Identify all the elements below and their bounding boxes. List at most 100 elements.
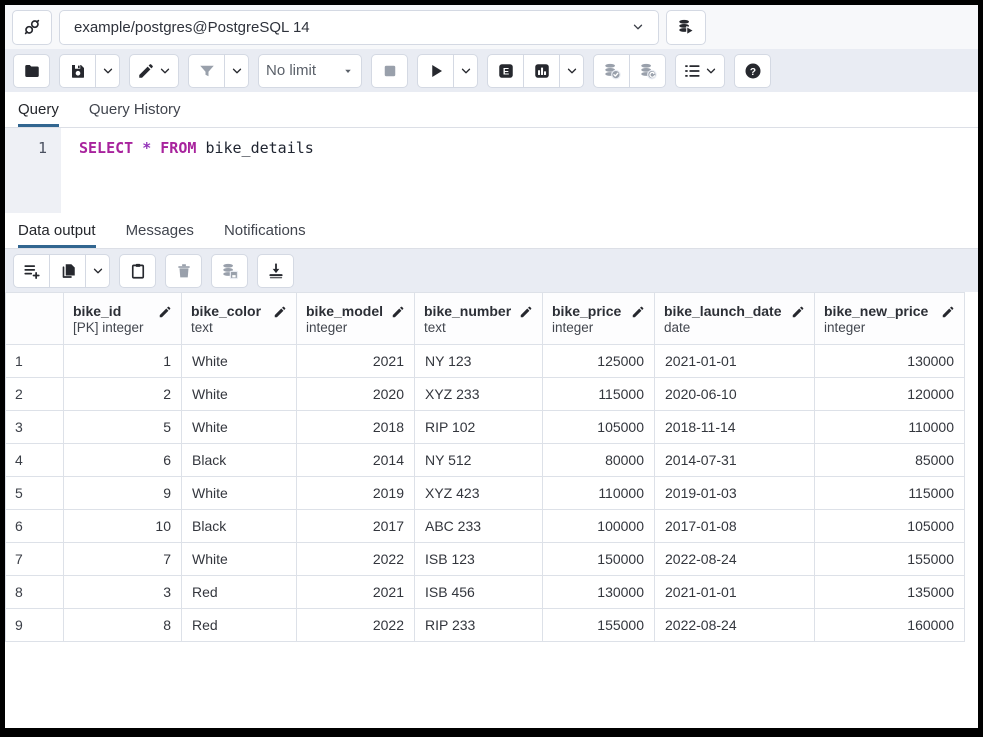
grid-cell[interactable]: ISB 456 bbox=[415, 576, 543, 609]
grid-cell[interactable]: White bbox=[182, 543, 297, 576]
grid-cell[interactable]: 85000 bbox=[815, 444, 965, 477]
grid-cell[interactable]: 2022 bbox=[297, 609, 415, 642]
grid-cell[interactable]: 115000 bbox=[543, 378, 655, 411]
commit-button[interactable] bbox=[593, 54, 630, 88]
save-file-button[interactable] bbox=[59, 54, 96, 88]
row-number[interactable]: 3 bbox=[6, 411, 64, 444]
row-number[interactable]: 1 bbox=[6, 345, 64, 378]
grid-cell[interactable]: 105000 bbox=[543, 411, 655, 444]
grid-cell[interactable]: 2022-08-24 bbox=[655, 609, 815, 642]
edit-button[interactable] bbox=[129, 54, 179, 88]
grid-cell[interactable]: 155000 bbox=[815, 543, 965, 576]
row-number[interactable]: 4 bbox=[6, 444, 64, 477]
grid-cell[interactable]: 135000 bbox=[815, 576, 965, 609]
add-row-button[interactable] bbox=[13, 254, 50, 288]
grid-cell[interactable]: 10 bbox=[64, 510, 182, 543]
grid-cell[interactable]: 1 bbox=[64, 345, 182, 378]
execute-query-button[interactable] bbox=[417, 54, 454, 88]
tab-messages[interactable]: Messages bbox=[126, 213, 194, 248]
grid-cell[interactable]: 2017-01-08 bbox=[655, 510, 815, 543]
row-number[interactable]: 2 bbox=[6, 378, 64, 411]
column-header-bike_color[interactable]: bike_colortext bbox=[182, 293, 297, 345]
connection-selector[interactable]: example/postgres@PostgreSQL 14 bbox=[59, 10, 659, 45]
column-header-bike_number[interactable]: bike_numbertext bbox=[415, 293, 543, 345]
grid-cell[interactable]: 80000 bbox=[543, 444, 655, 477]
grid-cell[interactable]: 130000 bbox=[543, 576, 655, 609]
column-header-bike_model[interactable]: bike_modelinteger bbox=[297, 293, 415, 345]
connection-status-button[interactable] bbox=[12, 10, 52, 45]
tab-data-output[interactable]: Data output bbox=[18, 213, 96, 248]
grid-cell[interactable]: Red bbox=[182, 609, 297, 642]
row-number[interactable]: 8 bbox=[6, 576, 64, 609]
delete-rows-button[interactable] bbox=[165, 254, 202, 288]
save-options-button[interactable] bbox=[95, 54, 120, 88]
grid-cell[interactable]: Black bbox=[182, 444, 297, 477]
filter-options-button[interactable] bbox=[224, 54, 249, 88]
grid-cell[interactable]: 115000 bbox=[815, 477, 965, 510]
grid-cell[interactable]: 2014-07-31 bbox=[655, 444, 815, 477]
pencil-icon[interactable] bbox=[158, 305, 172, 319]
grid-cell[interactable]: 2019-01-03 bbox=[655, 477, 815, 510]
grid-cell[interactable]: 2020-06-10 bbox=[655, 378, 815, 411]
macros-button[interactable] bbox=[675, 54, 725, 88]
pencil-icon[interactable] bbox=[941, 305, 955, 319]
grid-cell[interactable]: 5 bbox=[64, 411, 182, 444]
help-button[interactable]: ? bbox=[734, 54, 771, 88]
grid-cell[interactable]: 2021-01-01 bbox=[655, 576, 815, 609]
explain-button[interactable]: E bbox=[487, 54, 524, 88]
grid-cell[interactable]: White bbox=[182, 345, 297, 378]
grid-cell[interactable]: 125000 bbox=[543, 345, 655, 378]
pencil-icon[interactable] bbox=[391, 305, 405, 319]
copy-rows-button[interactable] bbox=[49, 254, 86, 288]
grid-cell[interactable]: 160000 bbox=[815, 609, 965, 642]
new-connection-button[interactable] bbox=[666, 10, 706, 45]
copy-options-button[interactable] bbox=[85, 254, 110, 288]
grid-cell[interactable]: 9 bbox=[64, 477, 182, 510]
pencil-icon[interactable] bbox=[519, 305, 533, 319]
grid-cell[interactable]: 2019 bbox=[297, 477, 415, 510]
pencil-icon[interactable] bbox=[273, 305, 287, 319]
pencil-icon[interactable] bbox=[791, 305, 805, 319]
grid-cell[interactable]: Red bbox=[182, 576, 297, 609]
column-header-bike_launch_date[interactable]: bike_launch_datedate bbox=[655, 293, 815, 345]
open-file-button[interactable] bbox=[13, 54, 50, 88]
row-number[interactable]: 5 bbox=[6, 477, 64, 510]
grid-cell[interactable]: XYZ 233 bbox=[415, 378, 543, 411]
grid-cell[interactable]: 110000 bbox=[543, 477, 655, 510]
grid-cell[interactable]: RIP 102 bbox=[415, 411, 543, 444]
grid-cell[interactable]: 2018-11-14 bbox=[655, 411, 815, 444]
tab-notifications[interactable]: Notifications bbox=[224, 213, 306, 248]
explain-options-button[interactable] bbox=[559, 54, 584, 88]
grid-cell[interactable]: NY 512 bbox=[415, 444, 543, 477]
tab-query-history[interactable]: Query History bbox=[89, 92, 181, 127]
grid-cell[interactable]: 130000 bbox=[815, 345, 965, 378]
cancel-query-button[interactable] bbox=[371, 54, 408, 88]
grid-cell[interactable]: 155000 bbox=[543, 609, 655, 642]
grid-cell[interactable]: White bbox=[182, 477, 297, 510]
grid-cell[interactable]: 2022 bbox=[297, 543, 415, 576]
grid-cell[interactable]: 6 bbox=[64, 444, 182, 477]
grid-cell[interactable]: White bbox=[182, 411, 297, 444]
rollback-button[interactable] bbox=[629, 54, 666, 88]
grid-cell[interactable]: 8 bbox=[64, 609, 182, 642]
limit-select[interactable]: No limit bbox=[258, 54, 362, 88]
grid-cell[interactable]: 150000 bbox=[543, 543, 655, 576]
grid-cell[interactable]: White bbox=[182, 378, 297, 411]
column-header-bike_price[interactable]: bike_priceinteger bbox=[543, 293, 655, 345]
column-header-bike_new_price[interactable]: bike_new_priceinteger bbox=[815, 293, 965, 345]
grid-cell[interactable]: 7 bbox=[64, 543, 182, 576]
execute-options-button[interactable] bbox=[453, 54, 478, 88]
grid-cell[interactable]: 100000 bbox=[543, 510, 655, 543]
grid-cell[interactable]: Black bbox=[182, 510, 297, 543]
row-number[interactable]: 6 bbox=[6, 510, 64, 543]
grid-corner[interactable] bbox=[6, 293, 64, 345]
row-number[interactable]: 7 bbox=[6, 543, 64, 576]
grid-cell[interactable]: RIP 233 bbox=[415, 609, 543, 642]
grid-cell[interactable]: ABC 233 bbox=[415, 510, 543, 543]
grid-cell[interactable]: 110000 bbox=[815, 411, 965, 444]
grid-cell[interactable]: ISB 123 bbox=[415, 543, 543, 576]
explain-analyze-button[interactable] bbox=[523, 54, 560, 88]
tab-query[interactable]: Query bbox=[18, 92, 59, 127]
grid-cell[interactable]: NY 123 bbox=[415, 345, 543, 378]
column-header-bike_id[interactable]: bike_id[PK] integer bbox=[64, 293, 182, 345]
